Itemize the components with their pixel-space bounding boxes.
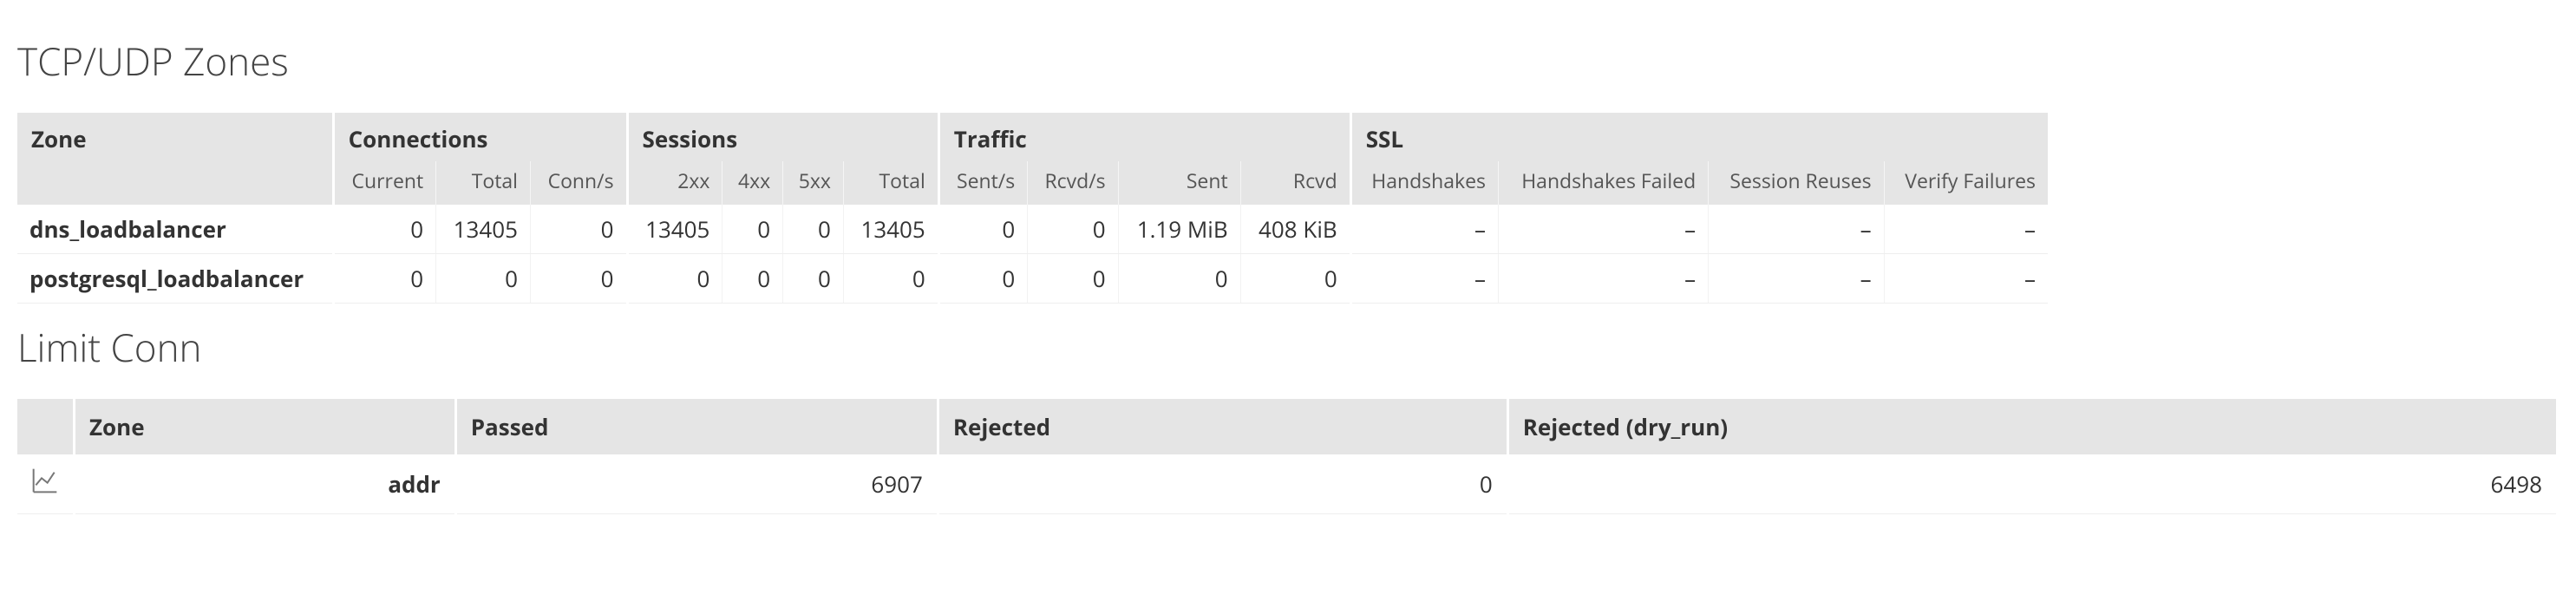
cell: 0 — [938, 205, 1027, 254]
cell: 0 — [1118, 254, 1240, 304]
col-passed[interactable]: Passed — [455, 399, 938, 454]
col-rcvd[interactable]: Rcvd — [1240, 161, 1350, 205]
cell: 13405 — [627, 205, 722, 254]
cell: – — [1884, 205, 2049, 254]
cell: 0 — [1028, 254, 1118, 304]
colgroup-ssl: SSL — [1350, 113, 2049, 161]
col-zone[interactable]: Zone — [75, 399, 456, 454]
col-sentps[interactable]: Sent/s — [938, 161, 1027, 205]
cell: – — [1499, 205, 1709, 254]
cell: 13405 — [436, 205, 531, 254]
col-sess-total[interactable]: Total — [843, 161, 938, 205]
col-rcvdps[interactable]: Rcvd/s — [1028, 161, 1118, 205]
chart-button[interactable] — [17, 454, 75, 514]
cell: 0 — [783, 254, 844, 304]
col-sreuses[interactable]: Session Reuses — [1709, 161, 1884, 205]
cell: 1.19 MiB — [1118, 205, 1240, 254]
chart-icon — [31, 470, 59, 501]
col-2xx[interactable]: 2xx — [627, 161, 722, 205]
col-connps[interactable]: Conn/s — [531, 161, 628, 205]
cell: 6907 — [455, 454, 938, 514]
zones-title: TCP/UDP Zones — [17, 35, 2559, 87]
col-total[interactable]: Total — [436, 161, 531, 205]
cell: – — [1499, 254, 1709, 304]
colgroup-connections: Connections — [333, 113, 627, 161]
cell: 0 — [783, 205, 844, 254]
col-current[interactable]: Current — [333, 161, 436, 205]
cell: 0 — [531, 205, 628, 254]
col-handshakes[interactable]: Handshakes — [1350, 161, 1498, 205]
cell: – — [1709, 205, 1884, 254]
table-row[interactable]: postgresql_loadbalancer 0 0 0 0 0 0 0 0 … — [17, 254, 2050, 304]
cell: 408 KiB — [1240, 205, 1350, 254]
col-rejected-dry[interactable]: Rejected (dry_run) — [1507, 399, 2557, 454]
table-row[interactable]: dns_loadbalancer 0 13405 0 13405 0 0 134… — [17, 205, 2050, 254]
zone-name: addr — [75, 454, 456, 514]
cell: 0 — [436, 254, 531, 304]
cell: – — [1709, 254, 1884, 304]
limit-table: Zone Passed Rejected Rejected (dry_run) … — [17, 399, 2559, 514]
col-zone[interactable]: Zone — [17, 113, 333, 205]
cell: 0 — [333, 205, 436, 254]
cell: 0 — [531, 254, 628, 304]
cell: 0 — [333, 254, 436, 304]
cell: 0 — [722, 254, 783, 304]
cell: 0 — [722, 205, 783, 254]
colgroup-sessions: Sessions — [627, 113, 938, 161]
cell: 6498 — [1507, 454, 2557, 514]
cell: 0 — [843, 254, 938, 304]
cell: 0 — [938, 454, 1507, 514]
col-chart — [17, 399, 75, 454]
cell: 13405 — [843, 205, 938, 254]
zones-table: Zone Connections Sessions Traffic SSL Cu… — [17, 113, 2050, 304]
cell: 0 — [1240, 254, 1350, 304]
cell: – — [1884, 254, 2049, 304]
cell: 0 — [1028, 205, 1118, 254]
col-5xx[interactable]: 5xx — [783, 161, 844, 205]
cell: – — [1350, 205, 1498, 254]
col-hfailed[interactable]: Handshakes Failed — [1499, 161, 1709, 205]
limit-title: Limit Conn — [17, 321, 2559, 373]
cell: 0 — [938, 254, 1027, 304]
col-vfail[interactable]: Verify Failures — [1884, 161, 2049, 205]
col-sent[interactable]: Sent — [1118, 161, 1240, 205]
colgroup-traffic: Traffic — [938, 113, 1350, 161]
cell: – — [1350, 254, 1498, 304]
zone-name: postgresql_loadbalancer — [17, 254, 333, 304]
col-4xx[interactable]: 4xx — [722, 161, 783, 205]
cell: 0 — [627, 254, 722, 304]
col-rejected[interactable]: Rejected — [938, 399, 1507, 454]
zone-name: dns_loadbalancer — [17, 205, 333, 254]
table-row[interactable]: addr 6907 0 6498 — [17, 454, 2558, 514]
